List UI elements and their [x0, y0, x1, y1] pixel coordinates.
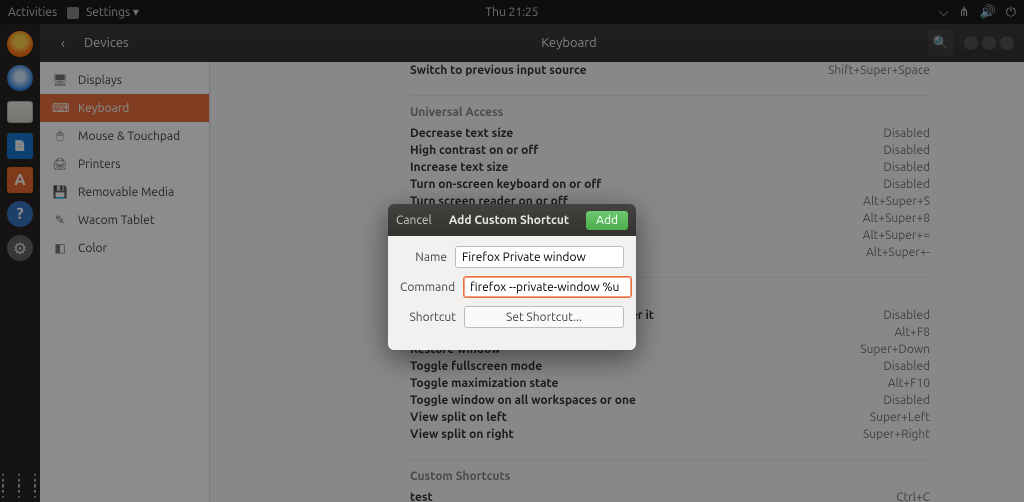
add-custom-shortcut-dialog: Cancel Add Custom Shortcut Add Name Comm… [388, 204, 636, 350]
add-button[interactable]: Add [586, 211, 628, 230]
command-input[interactable] [463, 276, 632, 298]
shortcut-label: Shortcut [400, 311, 456, 324]
cancel-button[interactable]: Cancel [396, 214, 432, 227]
dialog-title: Add Custom Shortcut [432, 214, 586, 227]
command-label: Command [400, 281, 455, 294]
set-shortcut-button[interactable]: Set Shortcut... [464, 306, 624, 328]
dialog-header: Cancel Add Custom Shortcut Add [388, 204, 636, 236]
modal-overlay: Cancel Add Custom Shortcut Add Name Comm… [0, 0, 1024, 502]
name-label: Name [400, 251, 447, 264]
name-input[interactable] [455, 246, 624, 268]
